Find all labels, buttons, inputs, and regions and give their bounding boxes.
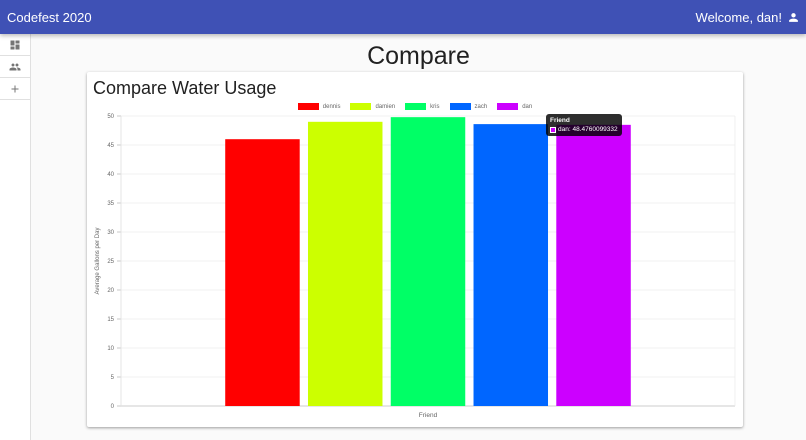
y-axis-title: Average Gallons per Day bbox=[95, 228, 101, 295]
user-menu-button[interactable]: Welcome, dan! bbox=[696, 10, 799, 25]
tooltip-swatch bbox=[550, 126, 556, 133]
y-tick-label: 40 bbox=[107, 172, 114, 178]
y-tick-label: 30 bbox=[107, 230, 114, 236]
y-tick-label: 45 bbox=[107, 143, 114, 149]
add-icon bbox=[11, 85, 19, 92]
chart-tooltip: Friend dan: 48.4760099332 bbox=[546, 114, 622, 136]
y-tick-label: 20 bbox=[107, 288, 114, 294]
y-tick-label: 25 bbox=[107, 259, 114, 265]
bar-chart: 0 5 10 15 20 25 30 35 40 45 50 Friend Average Gallon… bbox=[95, 114, 736, 419]
app-bar: Codefest 2020 Welcome, dan! bbox=[0, 0, 806, 34]
y-tick-label: 50 bbox=[107, 114, 114, 120]
chart-card: Compare Water Usage dennis damien kris zach… bbox=[87, 72, 743, 427]
y-tick-label: 35 bbox=[107, 201, 114, 207]
bar-dan bbox=[556, 124, 631, 406]
app-title: Codefest 2020 bbox=[7, 9, 92, 25]
bar-kris bbox=[390, 117, 466, 406]
bar-damien bbox=[307, 121, 383, 407]
page-title: Compare bbox=[367, 42, 470, 70]
person-icon bbox=[789, 12, 798, 22]
y-tick-label: 0 bbox=[111, 404, 115, 410]
tooltip-title: Friend bbox=[550, 117, 570, 124]
bar-dennis bbox=[225, 139, 300, 406]
bar-zach bbox=[473, 124, 549, 406]
people-icon bbox=[9, 63, 21, 70]
y-tick-label: 15 bbox=[107, 317, 114, 323]
tooltip-label: dan: 48.4760099332 bbox=[558, 126, 618, 133]
nav-add[interactable] bbox=[0, 78, 30, 100]
dashboard-icon bbox=[10, 40, 20, 49]
side-nav bbox=[0, 34, 31, 440]
welcome-text: Welcome, dan! bbox=[695, 9, 782, 25]
nav-dashboard[interactable] bbox=[0, 34, 30, 56]
x-axis-title: Friend bbox=[419, 412, 438, 419]
y-tick-label: 10 bbox=[107, 346, 114, 352]
nav-people[interactable] bbox=[0, 56, 30, 78]
y-tick-label: 5 bbox=[111, 375, 115, 381]
